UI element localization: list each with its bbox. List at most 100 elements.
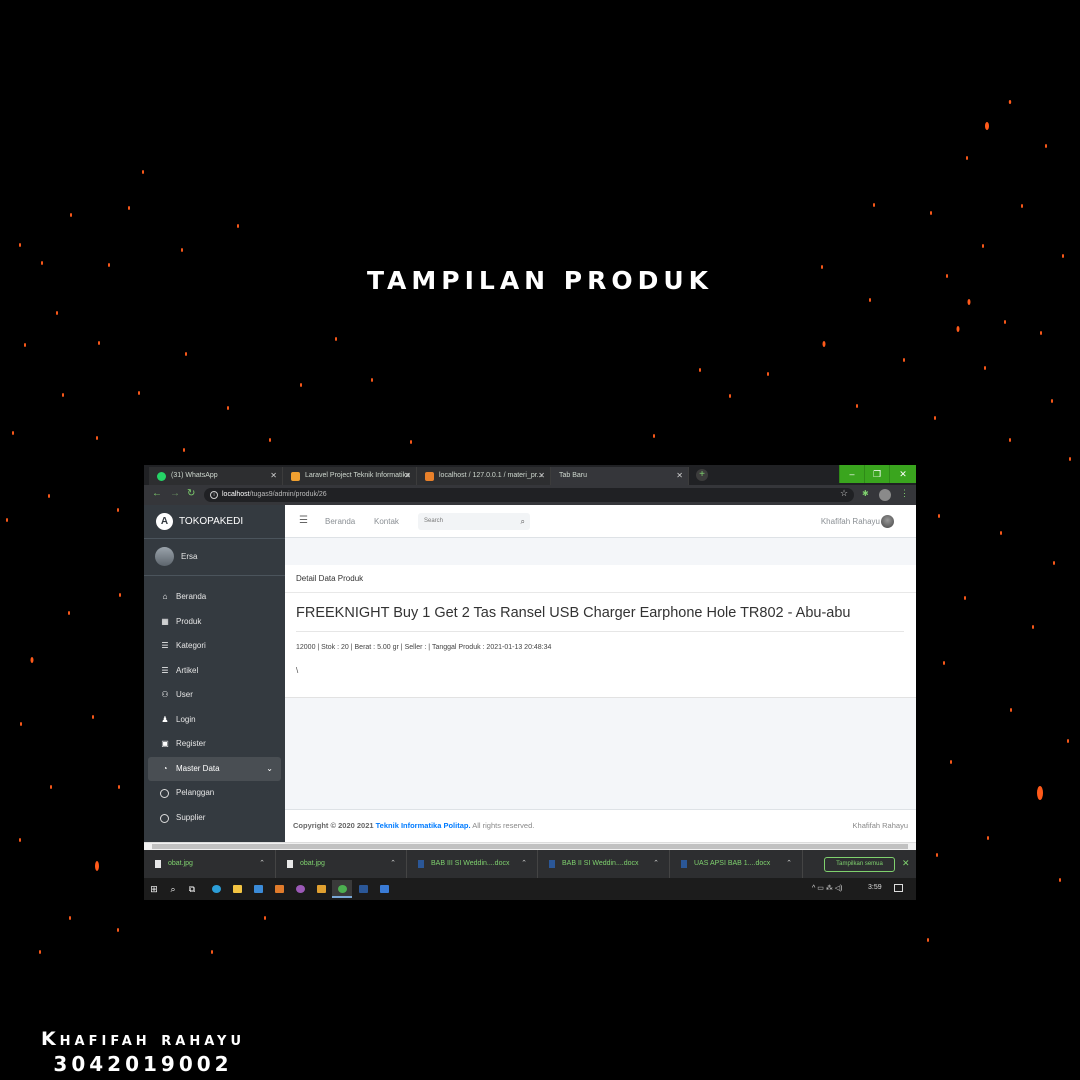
nav-link-kontak[interactable]: Kontak [374,517,399,526]
sidebar-item-produk[interactable]: ▦ Produk [148,610,281,635]
page-footer: Copyright © 2020 2021 Teknik Informatika… [285,809,916,842]
tab-label: localhost / 127.0.0.1 / materi_pr... [439,472,543,479]
app-icon[interactable] [296,885,305,893]
footer-author: Khafifah Rahayu [852,821,908,830]
back-icon[interactable]: ← [152,488,162,499]
divider [296,631,904,632]
forward-icon[interactable]: → [170,488,180,499]
search-input[interactable]: Search ⌕ [418,513,530,530]
word-icon[interactable] [359,885,368,893]
sidebar-menu: ⌂ Beranda ▦ Produk ☰ Kategori ☰ Artikel … [148,585,281,830]
sidebar-item-register[interactable]: ▣ Register [148,732,281,757]
sublime-icon[interactable] [317,885,326,893]
user-panel[interactable]: Ersa [144,539,285,576]
restore-button[interactable]: ❐ [864,465,889,483]
nav-link-beranda[interactable]: Beranda [325,517,355,526]
photos-icon[interactable] [380,885,389,893]
dashboard-icon: ◔ [162,763,168,773]
file-explorer-icon[interactable] [233,885,242,893]
sidebar-item-pelanggan[interactable]: Pelanggan [148,781,281,806]
circle-icon [160,813,169,823]
list-icon: ☰ [161,641,169,650]
card-header: Detail Data Produk [285,565,916,593]
browser-window: (31) WhatsApp ✕ Laravel Project Teknik I… [144,465,916,900]
sidebar-item-label: Master Data [176,763,220,773]
chevron-up-icon[interactable]: ⌃ [390,850,396,878]
notification-icon[interactable] [894,884,903,892]
sidebar-item-kategori[interactable]: ☰ Kategori [148,634,281,659]
download-item[interactable]: obat.jpg ⌃ [276,850,407,878]
download-filename: BAB III SI Weddin....docx [431,860,510,867]
chrome-icon[interactable] [338,885,347,893]
download-item[interactable]: BAB III SI Weddin....docx ⌃ [407,850,538,878]
chevron-up-icon[interactable]: ⌃ [653,850,659,878]
brand[interactable]: A TOKOPAKEDI [144,505,285,539]
clock[interactable]: 3:59 [868,884,882,891]
sidebar-item-user[interactable]: ⚇ User [148,683,281,708]
sidebar-item-artikel[interactable]: ☰ Artikel [148,659,281,684]
chevron-up-icon[interactable]: ⌃ [259,850,265,878]
close-tab-icon[interactable]: ✕ [270,467,277,485]
download-filename: obat.jpg [300,860,325,867]
author-id: 3042019002 [53,1052,233,1076]
tab-phpmyadmin[interactable]: localhost / 127.0.0.1 / materi_pr... ✕ [417,467,551,485]
horizontal-scrollbar[interactable] [144,842,916,850]
reload-icon[interactable]: ↻ [187,488,195,499]
grid-icon: ▦ [161,616,169,626]
sidebar-item-master-data[interactable]: ◔ Master Data ⌄ [148,756,281,781]
chevron-up-icon[interactable]: ⌃ [521,850,527,878]
url-input[interactable]: i localhost/tugas9/admin/produk/26 [204,488,854,502]
minimize-button[interactable]: – [839,465,864,483]
download-item[interactable]: obat.jpg ⌃ [144,850,276,878]
store-icon[interactable] [275,885,284,893]
close-tab-icon[interactable]: ✕ [404,467,411,485]
search-icon[interactable]: ⌕ [168,884,178,894]
word-file-icon [549,860,555,868]
bookmark-star-icon[interactable]: ☆ [840,488,848,499]
copyright-link[interactable]: Teknik Informatika Politap. [376,821,471,830]
web-page: A TOKOPAKEDI Ersa ⌂ Beranda ▦ Produk ☰ K… [144,505,916,842]
nav-user-name[interactable]: Khafifah Rahayu [821,517,880,526]
url-host: localhost [222,491,250,498]
address-bar: ← → ↻ i localhost/tugas9/admin/produk/26… [144,485,916,505]
close-window-button[interactable]: ✕ [889,465,916,483]
task-view-icon[interactable]: ⧉ [187,884,197,894]
search-icon[interactable]: ⌕ [521,513,525,530]
download-item[interactable]: UAS APSI BAB 1....docx ⌃ [670,850,803,878]
sidebar-item-label: Pelanggan [176,788,215,797]
show-all-downloads-button[interactable]: Tampilkan semua [824,857,895,872]
tab-new[interactable]: Tab Baru ✕ [551,467,689,485]
browser-menu-icon[interactable]: ⋮ [900,488,909,499]
laravel-icon [291,472,300,481]
windows-start-icon[interactable]: ⊞ [149,884,159,894]
info-icon[interactable]: i [210,491,218,499]
tab-laravel[interactable]: Laravel Project Teknik Informatika ✕ [283,467,417,485]
system-tray[interactable]: ^ ▭ ⁂ ◁) [812,884,842,892]
sidebar-item-beranda[interactable]: ⌂ Beranda [148,585,281,610]
chevron-down-icon: ⌄ [266,763,273,773]
scrollbar-thumb[interactable] [152,844,908,849]
list-icon: ☰ [161,665,169,675]
new-tab-button[interactable]: + [696,469,708,481]
hamburger-menu-icon[interactable]: ☰ [299,515,308,526]
mail-icon[interactable] [254,885,263,893]
tab-whatsapp[interactable]: (31) WhatsApp ✕ [149,467,283,485]
chevron-up-icon[interactable]: ⌃ [786,850,792,878]
phpmyadmin-icon [425,472,434,481]
product-detail-card: Detail Data Produk FREEKNIGHT Buy 1 Get … [285,565,916,698]
profile-avatar[interactable] [879,489,891,501]
extensions-icon[interactable]: ✱ [862,489,869,498]
avatar [155,547,174,566]
edge-icon[interactable] [212,885,221,893]
sidebar-item-login[interactable]: ♟ Login [148,708,281,733]
close-tab-icon[interactable]: ✕ [538,467,545,485]
top-navbar: ☰ Beranda Kontak Search ⌕ Khafifah Rahay… [285,505,916,538]
close-downloads-icon[interactable]: ✕ [902,858,910,869]
sidebar-item-supplier[interactable]: Supplier [148,806,281,831]
login-icon: ♟ [161,714,169,724]
avatar[interactable] [881,515,894,528]
tab-label: Tab Baru [559,472,588,479]
close-tab-icon[interactable]: ✕ [676,467,683,485]
download-item[interactable]: BAB II SI Weddin....docx ⌃ [538,850,670,878]
tab-label: (31) WhatsApp [171,472,218,479]
